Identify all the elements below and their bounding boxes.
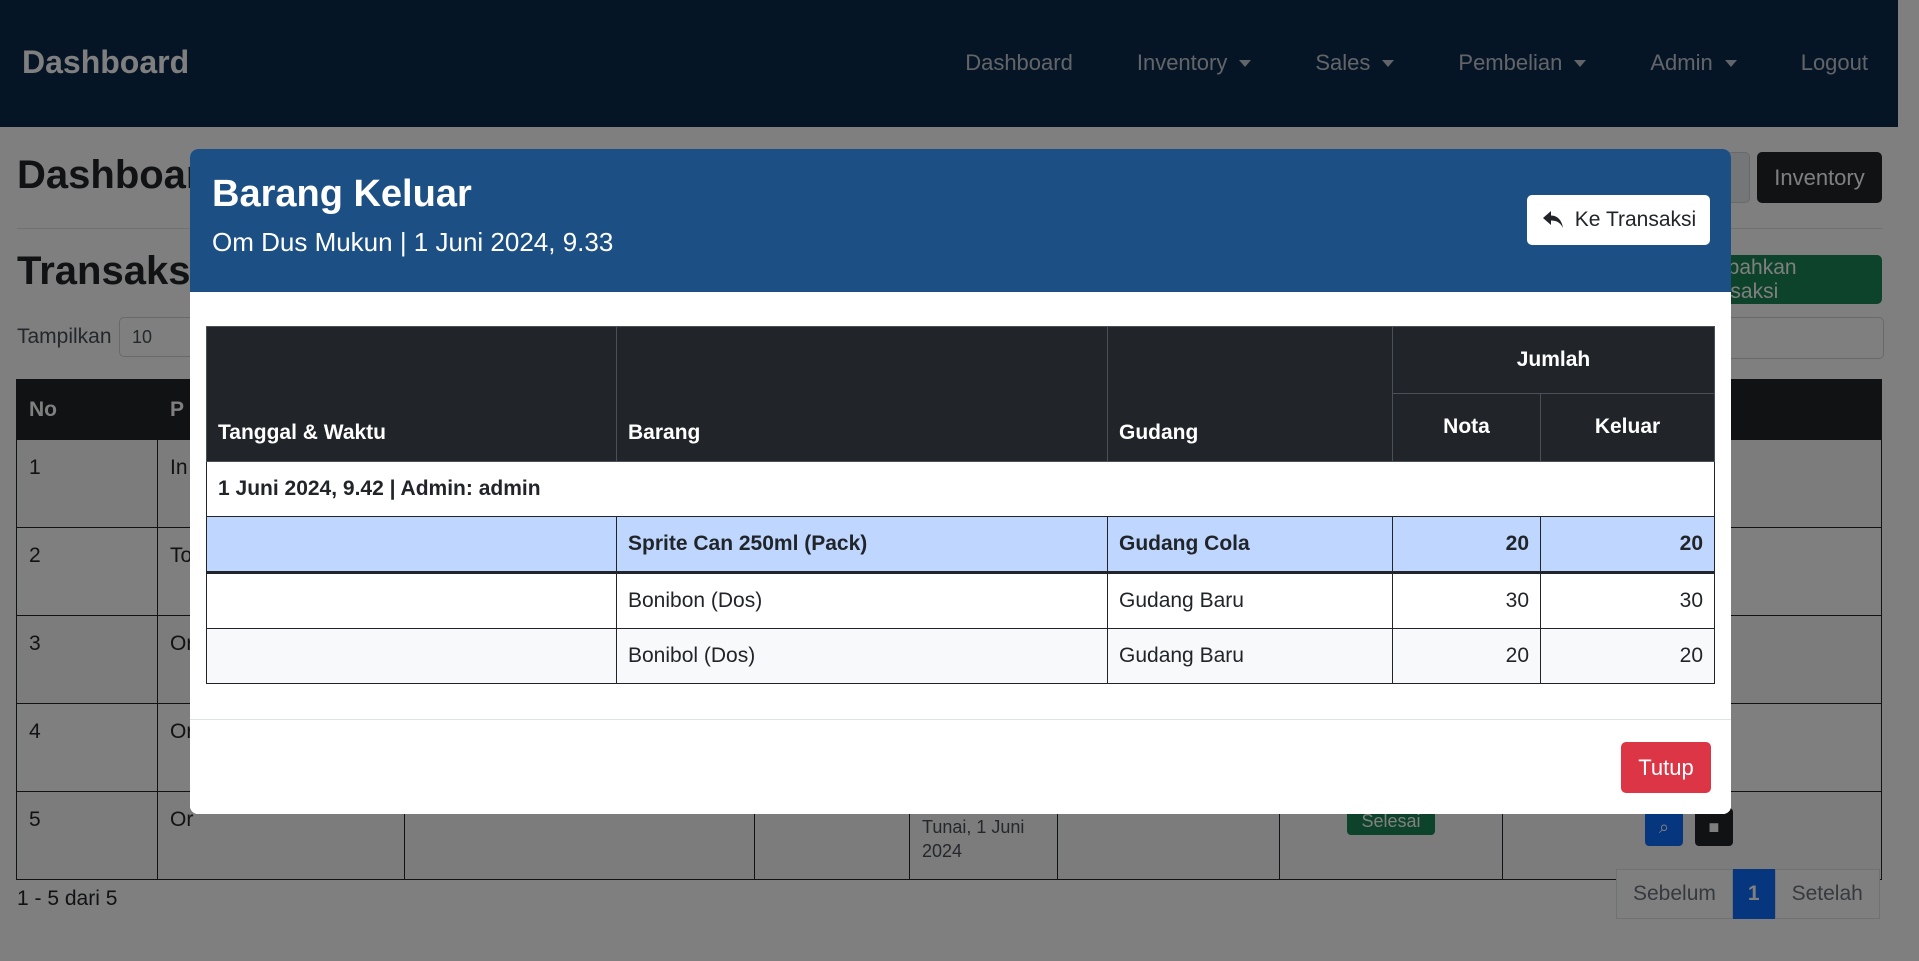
ke-transaksi-label: Ke Transaksi <box>1574 208 1697 231</box>
modal-subtitle: Om Dus Mukun | 1 Juni 2024, 9.33 <box>212 227 614 257</box>
barang-keluar-modal: Barang Keluar Om Dus Mukun | 1 Juni 2024… <box>190 149 1731 814</box>
cell-nota: 20 <box>1392 516 1541 574</box>
modal-body: Tanggal & Waktu Barang Gudang Jumlah Not… <box>190 292 1731 719</box>
table-cell <box>206 628 617 684</box>
column-header-datetime: Tanggal & Waktu <box>206 326 617 462</box>
modal-title: Barang Keluar <box>212 173 472 215</box>
column-header-warehouse: Gudang <box>1107 326 1393 462</box>
column-header-nota: Nota <box>1392 392 1541 463</box>
cell-nota: 20 <box>1392 628 1541 684</box>
table-row[interactable]: Bonibon (Dos) Gudang Baru 30 30 <box>206 572 1715 629</box>
group-row: 1 Juni 2024, 9.42 | Admin: admin <box>206 461 1715 517</box>
reply-arrow-icon <box>1542 211 1563 228</box>
cell-item: Sprite Can 250ml (Pack) <box>616 516 1108 574</box>
modal-footer: Tutup <box>190 719 1731 814</box>
group-label: 1 Juni 2024, 9.42 | Admin: admin <box>206 461 1715 517</box>
ke-transaksi-button[interactable]: Ke Transaksi <box>1527 195 1710 245</box>
table-cell <box>206 572 617 629</box>
modal-header: Barang Keluar Om Dus Mukun | 1 Juni 2024… <box>190 149 1731 292</box>
cell-item: Bonibon (Dos) <box>616 572 1108 629</box>
cell-warehouse: Gudang Cola <box>1107 516 1393 574</box>
cell-warehouse: Gudang Baru <box>1107 572 1393 629</box>
table-row[interactable]: Bonibol (Dos) Gudang Baru 20 20 <box>206 628 1715 684</box>
table-row[interactable]: Sprite Can 250ml (Pack) Gudang Cola 20 2… <box>206 516 1715 574</box>
cell-item: Bonibol (Dos) <box>616 628 1108 684</box>
column-header-item: Barang <box>616 326 1108 462</box>
column-header-keluar: Keluar <box>1540 392 1715 463</box>
column-header-amount: Jumlah <box>1392 326 1715 394</box>
cell-keluar: 20 <box>1540 628 1715 684</box>
barang-keluar-table: Tanggal & Waktu Barang Gudang Jumlah Not… <box>206 326 1715 684</box>
cell-warehouse: Gudang Baru <box>1107 628 1393 684</box>
table-cell <box>206 516 617 574</box>
cell-keluar: 20 <box>1540 516 1715 574</box>
cell-keluar: 30 <box>1540 572 1715 629</box>
cell-nota: 30 <box>1392 572 1541 629</box>
close-button[interactable]: Tutup <box>1621 742 1711 793</box>
